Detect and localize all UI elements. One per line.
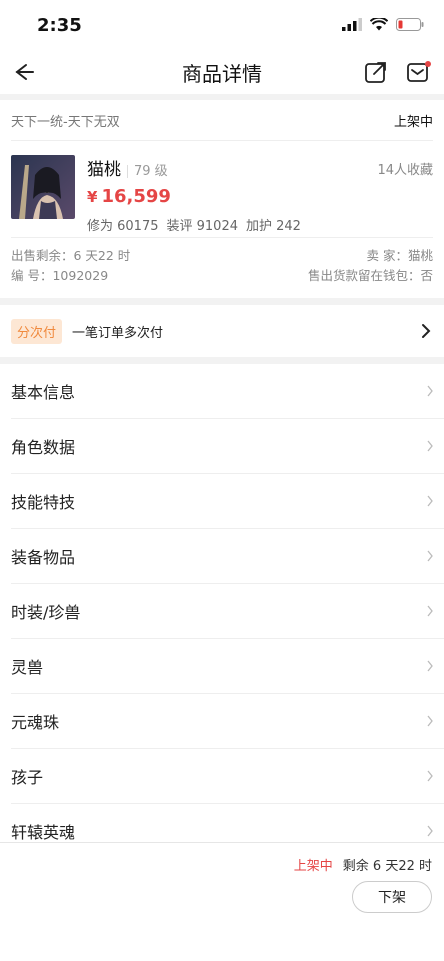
menu-item-equipment[interactable]: 装备物品 (11, 529, 444, 584)
stat-gear-score: 装评 91024 (166, 219, 239, 234)
delist-button[interactable]: 下架 (352, 881, 432, 913)
product-row[interactable]: 猫桃 79 级 ¥16,599 修为 60175 装评 91024 加护 242 1… (11, 141, 433, 238)
status-icons (342, 18, 424, 31)
chevron-right-icon (427, 550, 433, 562)
menu-item-label: 技能特技 (11, 493, 76, 512)
menu-item-label: 时装/珍兽 (11, 603, 81, 622)
menu-item-label: 孩子 (11, 768, 44, 787)
remaining-time: 出售剩余：6 天22 时 (11, 248, 131, 263)
listing-id: 编 号：1092029 (11, 268, 109, 283)
chevron-right-icon (427, 385, 433, 397)
menu-item-label: 轩辕英魂 (11, 823, 76, 842)
footer-status: 上架中 剩余 6 天22 时 (294, 855, 432, 874)
server-row: 天下一统-天下无双 上架中 (11, 100, 433, 141)
installment-text: 一笔订单多次付 (72, 325, 164, 341)
signal-icon (342, 18, 362, 31)
footer-state: 上架中 (293, 859, 333, 874)
chevron-right-icon (427, 825, 433, 837)
status-bar: 2:35 (0, 0, 444, 50)
detail-menu: 基本信息 角色数据 技能特技 装备物品 时装/珍兽 灵兽 元魂珠 孩子 轩辕英魂 (0, 364, 444, 859)
chevron-right-icon (427, 770, 433, 782)
stat-protection: 加护 242 (246, 219, 301, 234)
price: ¥16,599 (87, 186, 309, 207)
product-info: 猫桃 79 级 ¥16,599 修为 60175 装评 91024 加护 242 (87, 155, 309, 237)
status-time: 2:35 (37, 15, 82, 36)
character-name: 猫桃 (87, 160, 121, 180)
menu-item-label: 元魂珠 (11, 713, 60, 732)
installment-row[interactable]: 分次付 一笔订单多次付 (0, 305, 444, 357)
installment-tag: 分次付 (11, 318, 63, 344)
stat-cultivation: 修为 60175 (87, 219, 159, 234)
menu-item-role-data[interactable]: 角色数据 (11, 419, 444, 474)
character-level: 79 级 (127, 165, 168, 178)
wallet-setting: 售出货款留在钱包：否 (307, 268, 433, 283)
chevron-right-icon (422, 324, 431, 338)
menu-item-soul-orb[interactable]: 元魂珠 (11, 694, 444, 749)
seller: 卖 家：猫桃 (366, 248, 433, 263)
divider (0, 298, 444, 305)
menu-item-skills[interactable]: 技能特技 (11, 474, 444, 529)
menu-item-label: 角色数据 (11, 438, 76, 457)
listing-card: 天下一统-天下无双 上架中 猫桃 79 级 ¥ 16,599 修为 60175 … (0, 100, 444, 298)
footer-remaining: 剩余 6 天22 时 (342, 859, 432, 874)
menu-item-fashion-pets[interactable]: 时装/珍兽 (11, 584, 444, 639)
character-stats: 修为 60175 装评 91024 加护 242 (87, 215, 309, 234)
menu-item-children[interactable]: 孩子 (11, 749, 444, 804)
character-thumbnail[interactable] (11, 155, 75, 219)
wifi-icon (370, 18, 388, 31)
chevron-right-icon (427, 605, 433, 617)
favorites-count: 14人收藏 (377, 163, 433, 178)
chevron-right-icon (427, 495, 433, 507)
currency-symbol: ¥ (87, 188, 98, 206)
nav-bar: 商品详情 (0, 50, 444, 94)
chevron-right-icon (427, 660, 433, 672)
share-icon[interactable] (364, 60, 388, 84)
message-icon[interactable] (406, 60, 432, 84)
listing-meta: 出售剩余：6 天22 时 卖 家：猫桃 编 号：1092029 售出货款留在钱包… (11, 238, 433, 298)
price-value: 16,599 (101, 186, 171, 207)
chevron-right-icon (427, 715, 433, 727)
bottom-action-bar: 上架中 剩余 6 天22 时 下架 (0, 842, 444, 961)
server-name: 天下一统-天下无双 (11, 114, 120, 130)
menu-item-label: 装备物品 (11, 548, 76, 567)
menu-item-spirit-beast[interactable]: 灵兽 (11, 639, 444, 694)
menu-item-basic-info[interactable]: 基本信息 (11, 364, 444, 419)
menu-item-label: 基本信息 (11, 383, 76, 402)
battery-icon (396, 18, 424, 31)
listing-state: 上架中 (393, 114, 433, 130)
menu-item-label: 灵兽 (11, 658, 44, 677)
divider (0, 357, 444, 364)
chevron-right-icon (427, 440, 433, 452)
